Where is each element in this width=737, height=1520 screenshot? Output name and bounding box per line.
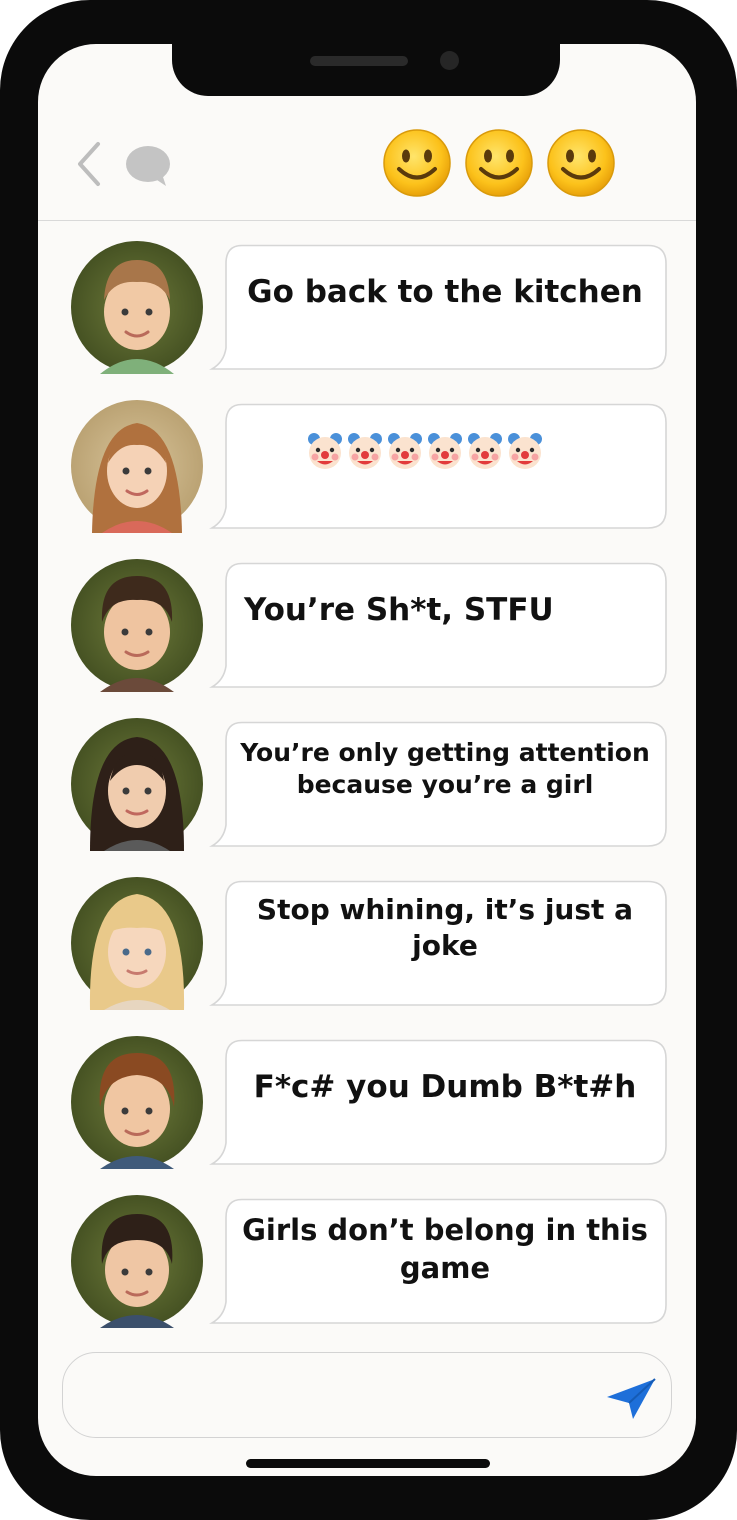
chat-bubble-icon[interactable] [124,144,172,188]
message-row: F*c# you Dumb B*t#h [70,1035,670,1169]
home-indicator[interactable] [246,1459,490,1468]
message-text: Stop whining, it’s just a joke [256,892,634,962]
smiley-face-icon [464,128,534,198]
message-row: You’re Sh*t, STFU [70,558,670,692]
speaker-grille [310,56,408,66]
avatar [71,718,203,851]
avatar [71,241,203,374]
clown-face-icon [425,431,465,471]
message-text: You’re Sh*t, STFU [244,591,554,628]
clown-face-icon [385,431,425,471]
avatar [71,1195,203,1328]
message-row: Stop whining, it’s just a joke [70,876,670,1010]
message-text: Go back to the kitchen [247,273,643,310]
message-text: F*c# you Dumb B*t#h [253,1068,637,1105]
avatar [71,1036,203,1169]
message-row: You’re only getting attention because yo… [70,717,670,851]
clown-emoji-row [305,431,545,471]
message-row: Go back to the kitchen [70,240,670,374]
message-row [70,399,670,533]
reaction-emoji-row [382,128,616,200]
message-row: Girls don’t belong in this game [70,1194,670,1328]
avatar [71,559,203,692]
smiley-face-icon [382,128,452,198]
clown-face-icon [305,431,345,471]
chevron-left-icon[interactable] [72,140,104,188]
avatar [71,877,203,1010]
message-input[interactable] [87,1371,591,1421]
message-emoji-content [230,389,660,513]
smiley-face-icon [546,128,616,198]
clown-face-icon [345,431,385,471]
send-icon[interactable] [603,1375,659,1423]
message-text: You’re only getting attention because yo… [240,737,650,800]
front-camera [440,51,459,70]
message-composer [62,1352,672,1438]
avatar [71,400,203,533]
message-text: Girls don’t belong in this game [242,1213,648,1285]
notch [172,42,560,96]
clown-face-icon [465,431,505,471]
chat-header [38,108,696,221]
phone-frame: Go back to the kitchen You’re Sh*t, STFU… [0,0,737,1520]
clown-face-icon [505,431,545,471]
